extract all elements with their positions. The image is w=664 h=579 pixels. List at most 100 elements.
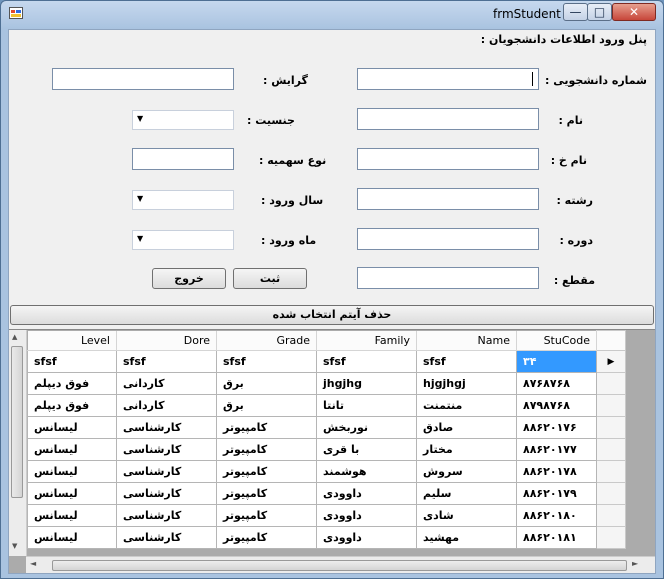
cell-grade[interactable]: sfsf bbox=[216, 350, 317, 373]
column-header-dore[interactable]: Dore bbox=[116, 330, 217, 351]
cell-stucode[interactable]: ۸۸۶۲۰۱۷۶ bbox=[516, 416, 597, 439]
cell-grade[interactable]: برق bbox=[216, 372, 317, 395]
cell-grade[interactable]: کامپیوتر bbox=[216, 438, 317, 461]
cell-name[interactable]: مختار bbox=[416, 438, 517, 461]
table-row[interactable]: لیسانس کارشناسی کامپیوتر داوودی سلیم ۸۸۶۲۰۱۷۹ bbox=[27, 482, 626, 505]
cell-name[interactable]: شادی bbox=[416, 504, 517, 527]
horizontal-scrollbar[interactable]: ◄ ► bbox=[26, 556, 655, 573]
cell-level[interactable]: لیسانس bbox=[27, 482, 117, 505]
cell-family[interactable]: sfsf bbox=[316, 350, 417, 373]
title-bar[interactable]: frmStudent — □ ✕ bbox=[1, 1, 663, 27]
cell-family[interactable]: هوشمند bbox=[316, 460, 417, 483]
last-name-input[interactable] bbox=[357, 148, 539, 170]
cell-family[interactable]: داوودی bbox=[316, 482, 417, 505]
cell-grade[interactable]: کامپیوتر bbox=[216, 416, 317, 439]
cell-stucode[interactable]: ۸۸۶۲۰۱۸۱ bbox=[516, 526, 597, 549]
table-row[interactable]: لیسانس کارشناسی کامپیوتر با قری مختار ۸۸۶۲۰۱۷… bbox=[27, 438, 626, 461]
quota-type-input[interactable] bbox=[132, 148, 234, 170]
horizontal-scroll-thumb[interactable] bbox=[52, 560, 627, 571]
row-header[interactable] bbox=[596, 394, 626, 417]
entry-month-select[interactable]: ▼ bbox=[132, 230, 234, 250]
cell-name[interactable]: sfsf bbox=[416, 350, 517, 373]
cell-family[interactable]: نوربخش bbox=[316, 416, 417, 439]
submit-button[interactable]: ثبت bbox=[233, 268, 307, 289]
table-row[interactable]: sfsf sfsf sfsf sfsf sfsf ۳۴ ▶ bbox=[27, 350, 626, 373]
vertical-scrollbar[interactable]: ▲ ▼ bbox=[9, 330, 27, 556]
scroll-down-icon[interactable]: ▼ bbox=[12, 542, 17, 550]
cell-stucode[interactable]: ۸۸۶۲۰۱۷۸ bbox=[516, 460, 597, 483]
row-header[interactable] bbox=[596, 526, 626, 549]
cell-dore[interactable]: کاردانی bbox=[116, 372, 217, 395]
column-header-family[interactable]: Family bbox=[316, 330, 417, 351]
cell-dore[interactable]: sfsf bbox=[116, 350, 217, 373]
column-header-grade[interactable]: Grade bbox=[216, 330, 317, 351]
column-header-stucode[interactable]: StuCode bbox=[516, 330, 597, 351]
table-row[interactable]: فوق دیپلم کاردانی برق تانتا منتمنت ۸۷۹۸۷۶۸ bbox=[27, 394, 626, 417]
cell-family[interactable]: داوودی bbox=[316, 504, 417, 527]
scroll-right-icon[interactable]: ► bbox=[632, 559, 638, 568]
cell-grade[interactable]: کامپیوتر bbox=[216, 526, 317, 549]
table-row[interactable]: لیسانس کارشناسی کامپیوتر هوشمند سروش ۸۸۶۲۰۱۷۸ bbox=[27, 460, 626, 483]
cell-name[interactable]: سروش bbox=[416, 460, 517, 483]
minimize-button[interactable]: — bbox=[563, 3, 588, 21]
cell-stucode[interactable]: ۸۸۶۲۰۱۸۰ bbox=[516, 504, 597, 527]
level-input[interactable] bbox=[357, 267, 539, 289]
cell-level[interactable]: فوق دیپلم bbox=[27, 372, 117, 395]
cell-level[interactable]: لیسانس bbox=[27, 526, 117, 549]
cell-grade[interactable]: کامپیوتر bbox=[216, 460, 317, 483]
student-number-input[interactable] bbox=[357, 68, 539, 90]
vertical-scroll-thumb[interactable] bbox=[11, 346, 23, 498]
major-track-input[interactable] bbox=[52, 68, 234, 90]
cell-name[interactable]: سلیم bbox=[416, 482, 517, 505]
exit-button[interactable]: خروج bbox=[152, 268, 226, 289]
first-name-input[interactable] bbox=[357, 108, 539, 130]
cell-name[interactable]: صادق bbox=[416, 416, 517, 439]
table-row[interactable]: لیسانس کارشناسی کامپیوتر داوودی شادی ۸۸۶۲۰۱۸۰ bbox=[27, 504, 626, 527]
column-header-level[interactable]: Level bbox=[27, 330, 117, 351]
cell-level[interactable]: لیسانس bbox=[27, 460, 117, 483]
cell-grade[interactable]: کامپیوتر bbox=[216, 504, 317, 527]
cell-stucode[interactable]: ۸۷۶۸۷۶۸ bbox=[516, 372, 597, 395]
students-grid[interactable]: ▲ ▼ Level Dore Grade Family Name StuCode bbox=[9, 329, 655, 573]
table-row[interactable]: لیسانس کارشناسی کامپیوتر نوربخش صادق ۸۸۶۲۰۱۷۶ bbox=[27, 416, 626, 439]
cell-stucode[interactable]: ۸۸۶۲۰۱۷۹ bbox=[516, 482, 597, 505]
gender-select[interactable]: ▼ bbox=[132, 110, 234, 130]
cell-dore[interactable]: کارشناسی bbox=[116, 416, 217, 439]
course-input[interactable] bbox=[357, 228, 539, 250]
column-header-name[interactable]: Name bbox=[416, 330, 517, 351]
table-row[interactable]: فوق دیپلم کاردانی برق jhgjhg hjgjhgj ۸۷۶۸۷۶۸ bbox=[27, 372, 626, 395]
scroll-up-icon[interactable]: ▲ bbox=[12, 333, 17, 341]
current-row-arrow-icon[interactable]: ▶ bbox=[596, 350, 626, 373]
cell-level[interactable]: لیسانس bbox=[27, 438, 117, 461]
cell-family[interactable]: تانتا bbox=[316, 394, 417, 417]
table-row[interactable]: لیسانس کارشناسی کامپیوتر داوودی مهشید ۸۸۶۲۰۱۸… bbox=[27, 526, 626, 549]
entry-year-select[interactable]: ▼ bbox=[132, 190, 234, 210]
maximize-button[interactable]: □ bbox=[587, 3, 612, 21]
cell-dore[interactable]: کاردانی bbox=[116, 394, 217, 417]
cell-level[interactable]: فوق دیپلم bbox=[27, 394, 117, 417]
cell-family[interactable]: داوودی bbox=[316, 526, 417, 549]
cell-grade[interactable]: برق bbox=[216, 394, 317, 417]
cell-name[interactable]: hjgjhgj bbox=[416, 372, 517, 395]
field-input[interactable] bbox=[357, 188, 539, 210]
cell-name[interactable]: منتمنت bbox=[416, 394, 517, 417]
cell-level[interactable]: لیسانس bbox=[27, 416, 117, 439]
row-header[interactable] bbox=[596, 438, 626, 461]
cell-dore[interactable]: کارشناسی bbox=[116, 460, 217, 483]
cell-name[interactable]: مهشید bbox=[416, 526, 517, 549]
cell-dore[interactable]: کارشناسی bbox=[116, 438, 217, 461]
row-header[interactable] bbox=[596, 504, 626, 527]
cell-grade[interactable]: کامپیوتر bbox=[216, 482, 317, 505]
cell-stucode[interactable]: ۸۷۹۸۷۶۸ bbox=[516, 394, 597, 417]
row-header[interactable] bbox=[596, 416, 626, 439]
cell-family[interactable]: با قری bbox=[316, 438, 417, 461]
cell-stucode[interactable]: ۳۴ bbox=[516, 350, 597, 373]
cell-level[interactable]: sfsf bbox=[27, 350, 117, 373]
row-header[interactable] bbox=[596, 372, 626, 395]
cell-dore[interactable]: کارشناسی bbox=[116, 526, 217, 549]
cell-dore[interactable]: کارشناسی bbox=[116, 504, 217, 527]
delete-selected-button[interactable]: حذف آیتم انتخاب شده bbox=[10, 305, 654, 325]
close-button[interactable]: ✕ bbox=[612, 3, 656, 21]
cell-stucode[interactable]: ۸۸۶۲۰۱۷۷ bbox=[516, 438, 597, 461]
cell-dore[interactable]: کارشناسی bbox=[116, 482, 217, 505]
